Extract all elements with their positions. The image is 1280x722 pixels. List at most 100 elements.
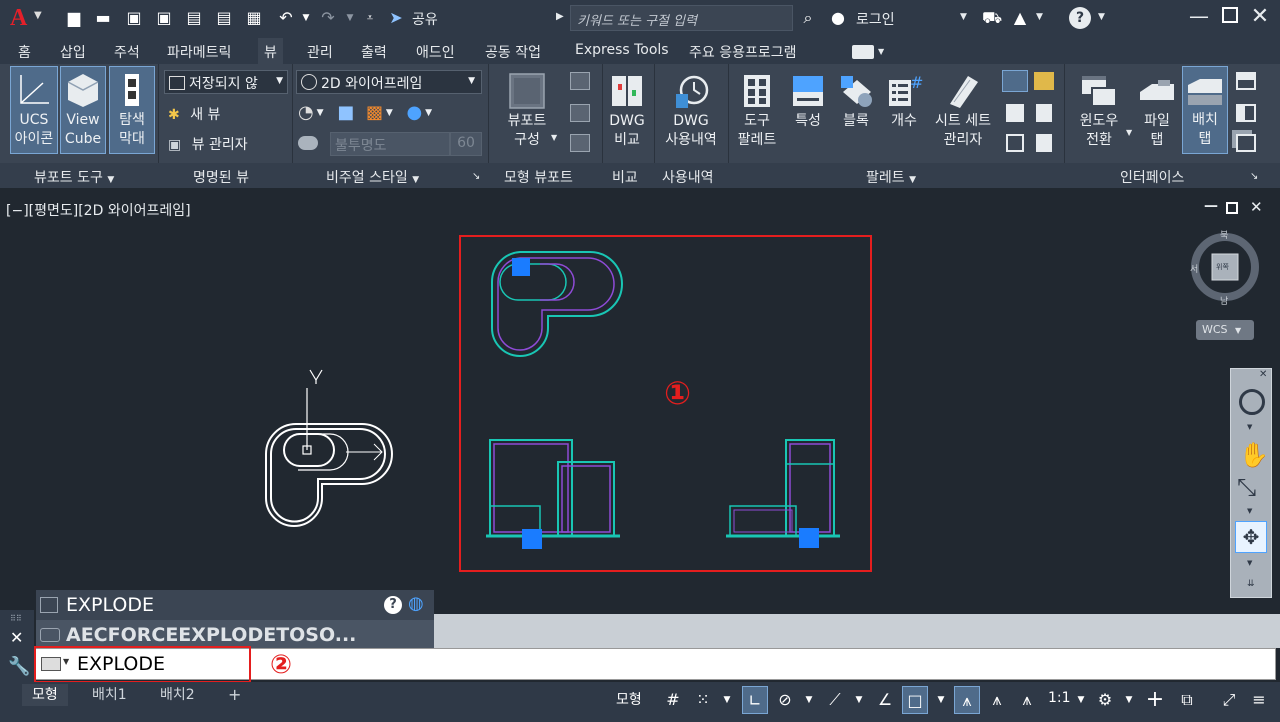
workspace-dropdown-icon[interactable]: ▼: [1116, 686, 1142, 714]
ribbon-minimize-dropdown-icon[interactable]: ▼: [878, 47, 884, 56]
pan-hand-icon[interactable]: ✋: [1239, 441, 1269, 469]
tab-featured-apps[interactable]: 주요 응용프로그램: [689, 42, 797, 62]
redo-dropdown-icon[interactable]: ▼: [340, 8, 360, 28]
drawing-canvas[interactable]: [−][평면도][2D 와이어프레임] — ✕ 북 남 서 위쪽 WCS ▼ ✕…: [0, 188, 1280, 610]
annotation-visibility-icon[interactable]: ⩚: [954, 686, 980, 714]
snap-dropdown-icon[interactable]: ▼: [714, 686, 740, 714]
ucs-icon-button[interactable]: UCS 아이콘: [10, 66, 58, 154]
view-manager-button[interactable]: ▣ 뷰 관리자: [168, 134, 248, 154]
maximize-button[interactable]: [1222, 7, 1238, 23]
save-as-icon[interactable]: ▣: [154, 8, 174, 28]
visual-styles-launcher-icon[interactable]: ↘: [472, 171, 480, 182]
tab-insert[interactable]: 삽입: [60, 42, 86, 62]
viewport-configuration-button[interactable]: 뷰포트 구성: [496, 68, 558, 154]
new-file-icon[interactable]: ▆: [64, 8, 84, 28]
zoom-dropdown-icon[interactable]: ▼: [1247, 507, 1252, 515]
steering-wheel-icon[interactable]: [1239, 389, 1265, 415]
plot-icon[interactable]: ▦: [244, 8, 264, 28]
minimize-button[interactable]: —: [1184, 4, 1214, 28]
zoom-extents-icon[interactable]: ⤡: [1237, 473, 1256, 501]
calculator-icon[interactable]: [1036, 104, 1052, 122]
face-style-dropdown-icon[interactable]: ▼: [314, 108, 324, 118]
switch-windows-dropdown-icon[interactable]: ▼: [1126, 128, 1132, 137]
restore-viewports-icon[interactable]: [570, 134, 590, 152]
workspace-gear-icon[interactable]: ⚙: [1092, 686, 1118, 714]
interface-launcher-icon[interactable]: ↘: [1250, 171, 1258, 182]
navbar-customize-icon[interactable]: ⇊: [1247, 579, 1255, 589]
visual-style-combo[interactable]: 2D 와이어프레임 ▼: [296, 70, 482, 94]
undo-icon[interactable]: ↶: [276, 8, 296, 28]
save-icon[interactable]: ▣: [124, 8, 144, 28]
open-folder-icon[interactable]: ▬: [93, 8, 113, 28]
model-space-toggle[interactable]: 모형: [616, 689, 642, 709]
new-view-button[interactable]: ✱ 새 뷰: [168, 104, 220, 124]
count-button[interactable]: # 개수: [882, 68, 926, 154]
layout-tabs-button[interactable]: 배치 탭: [1182, 66, 1228, 154]
cart-icon[interactable]: ⛟: [982, 8, 1002, 28]
isodraft-icon[interactable]: ⟋: [822, 686, 848, 714]
command-panel-grip[interactable]: ⠿⠿ ✕ 🔧: [0, 610, 34, 682]
orbit-icon[interactable]: ✥: [1235, 521, 1267, 553]
help-dropdown-icon[interactable]: ▼: [1098, 12, 1105, 22]
expand-arrow-icon[interactable]: ▶: [556, 11, 564, 22]
autodesk-a360-icon[interactable]: ▲: [1010, 8, 1030, 28]
search-input[interactable]: 키워드 또는 구절 입력: [570, 5, 793, 31]
command-help-icon[interactable]: ?: [384, 596, 402, 614]
login-dropdown-icon[interactable]: ▼: [960, 12, 967, 22]
layout-tab-layout2[interactable]: 배치2: [150, 684, 205, 706]
markup-set-icon[interactable]: [1006, 104, 1024, 122]
command-customize-icon[interactable]: 🔧: [8, 656, 30, 677]
tab-output[interactable]: 출력: [361, 42, 387, 62]
viewcube-button[interactable]: View Cube: [60, 66, 106, 154]
command-web-icon[interactable]: ◍: [408, 594, 424, 614]
user-icon[interactable]: ●: [828, 8, 848, 28]
cascade-icon[interactable]: [1236, 134, 1256, 152]
navigation-bar-button[interactable]: 탐색 막대: [109, 66, 155, 154]
undo-dropdown-icon[interactable]: ▼: [296, 8, 316, 28]
shadows-icon[interactable]: ▩: [366, 102, 383, 123]
dwg-compare-button[interactable]: DWG 비교: [604, 68, 650, 154]
xray-icon[interactable]: [298, 136, 318, 150]
autocad-logo-icon[interactable]: A: [10, 5, 27, 32]
ortho-icon[interactable]: ∟: [742, 686, 768, 714]
object-snap-icon[interactable]: □: [902, 686, 928, 714]
web-mobile-icon[interactable]: ▤: [184, 8, 204, 28]
layout-tab-model[interactable]: 모형: [22, 684, 68, 706]
block-palette-button[interactable]: 블록: [834, 68, 878, 154]
customize-toolbar-icon[interactable]: ⩡: [360, 8, 380, 28]
login-label[interactable]: 로그인: [856, 9, 895, 29]
ribbon-minimize-toggle[interactable]: [852, 45, 874, 59]
polar-tracking-icon[interactable]: ⊘: [772, 686, 798, 714]
panel-palettes[interactable]: 팔레트 ▼: [866, 167, 916, 187]
design-center-icon[interactable]: [1034, 72, 1054, 90]
tab-parametric[interactable]: 파라메트릭: [167, 42, 231, 62]
steering-wheel-dropdown-icon[interactable]: ▼: [1247, 423, 1252, 431]
search-icon[interactable]: ⌕: [798, 8, 818, 28]
tab-view[interactable]: 뷰: [258, 38, 283, 64]
tile-horizontal-icon[interactable]: [1236, 72, 1256, 90]
properties-button[interactable]: 특성: [786, 68, 830, 154]
annotation-monitor-icon[interactable]: +: [1142, 686, 1168, 714]
auto-scale-icon[interactable]: ⩚: [984, 686, 1010, 714]
tool-palettes-button[interactable]: 도구 팔레트: [732, 68, 782, 154]
snap-mode-icon[interactable]: ⁙: [690, 686, 716, 714]
viewcube-south[interactable]: 남: [1220, 294, 1228, 307]
close-button[interactable]: ✕: [1248, 4, 1272, 29]
cube-materials-icon[interactable]: ■: [337, 102, 354, 123]
viewport-config-dropdown-icon[interactable]: ▼: [551, 133, 557, 142]
named-view-combo[interactable]: 저장되지 않 ▼: [164, 70, 288, 94]
share-icon[interactable]: ➤: [386, 8, 406, 28]
object-snap-dropdown-icon[interactable]: ▼: [928, 686, 954, 714]
annotation-scale-icon[interactable]: ⩚: [1014, 686, 1040, 714]
tab-annotate[interactable]: 주석: [114, 42, 140, 62]
command-line-toggle-icon[interactable]: [1002, 70, 1028, 92]
shadows-dropdown-icon[interactable]: ▼: [383, 108, 393, 118]
lighting-dropdown-icon[interactable]: ▼: [422, 108, 432, 118]
isodraft-dropdown-icon[interactable]: ▼: [846, 686, 872, 714]
file-tabs-button[interactable]: 파일 탭: [1134, 68, 1180, 154]
add-layout-button[interactable]: +: [218, 684, 251, 706]
panel-viewport-tools[interactable]: 뷰포트 도구 ▼: [34, 167, 114, 187]
isolate-objects-icon[interactable]: ⧉: [1174, 686, 1200, 714]
opacity-value-field[interactable]: 60: [450, 132, 482, 156]
sheet-set-manager-button[interactable]: 시트 세트 관리자: [930, 68, 996, 154]
